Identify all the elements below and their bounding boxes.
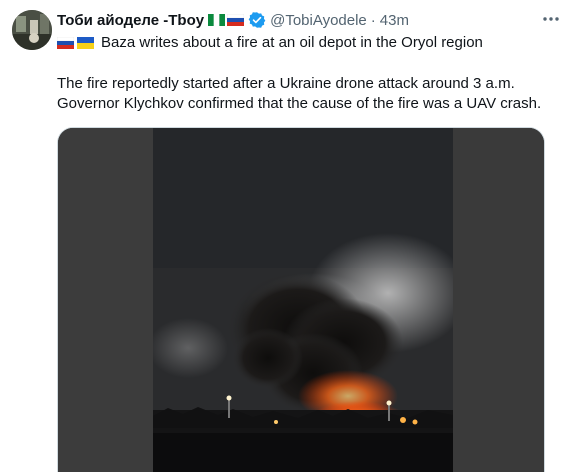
headline-text: Baza writes about a fire at an oil depot… — [101, 34, 483, 51]
more-options-button[interactable] — [536, 6, 566, 32]
tweet-body-text: The fire reportedly started after a Ukra… — [57, 75, 542, 112]
more-options-icon — [543, 17, 559, 21]
display-name[interactable]: Тоби айоделе -Tboy — [57, 12, 204, 29]
avatar[interactable] — [12, 10, 52, 50]
tweet-headline: Baza writes about a fire at an oil depot… — [57, 33, 483, 53]
verified-badge-icon — [248, 12, 266, 28]
timestamp[interactable]: 43m — [380, 12, 409, 29]
russia-flag-icon — [57, 37, 74, 49]
handle[interactable]: @TobiAyodele — [270, 12, 367, 29]
separator-dot: · — [370, 11, 376, 29]
tweet-header: Тоби айоделе -Tboy @TobiAyodele · 43m — [57, 9, 534, 31]
russia-flag-icon — [227, 14, 245, 26]
ukraine-flag-icon — [77, 37, 94, 49]
nigeria-flag-icon — [208, 14, 226, 26]
tweet-photo[interactable] — [57, 127, 545, 472]
fire-photo-image — [58, 128, 544, 472]
